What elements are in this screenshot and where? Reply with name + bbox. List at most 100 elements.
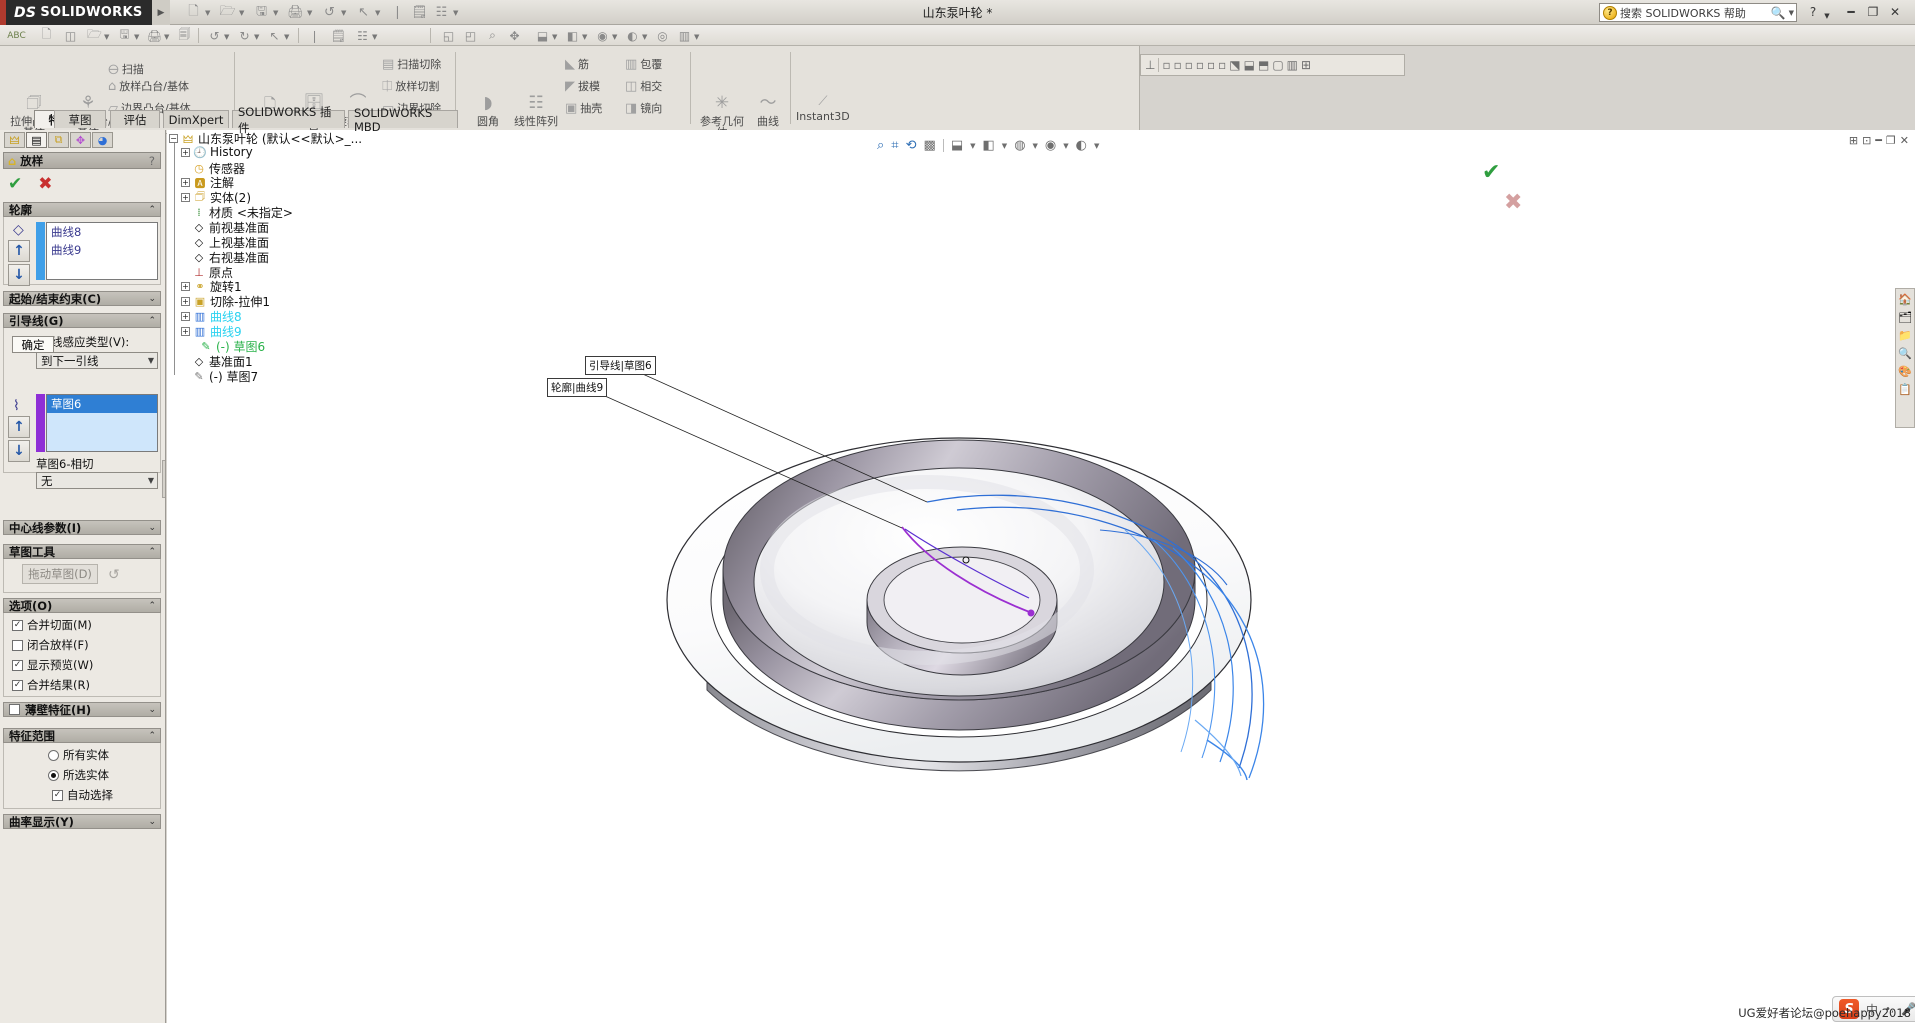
option-close-loft[interactable]: 闭合放样(F) [12,637,89,653]
help-search-caret-icon[interactable]: ▼ [1789,9,1796,17]
pm-section-guide-curves[interactable]: 引导线(G) ⌃ [3,313,161,328]
chevron-down-icon[interactable]: ⌄ [148,817,156,827]
pm-section-options[interactable]: 选项(O) ⌃ [3,598,161,613]
top-view-icon[interactable]: ▫ [1207,58,1215,72]
option-merge-result[interactable]: ✓ 合并结果(R) [12,677,90,693]
ribbon-curves[interactable]: 〜 曲线 [742,92,794,127]
select-caret-icon[interactable]: ▼ [375,10,382,17]
save-file-caret-icon[interactable]: ▼ [134,33,139,41]
hide-show-items-icon[interactable]: ◰ [462,27,479,44]
new-document-caret-icon[interactable]: ▼ [205,10,212,17]
profiles-listbox[interactable]: 曲线8 曲线9 [46,222,158,280]
chevron-down-icon[interactable]: ▼ [148,356,154,365]
dimxpert-manager-tab[interactable]: ✥ [70,132,91,148]
ribbon-linear-pattern[interactable]: ☷ 线性阵列 [510,92,562,127]
window-layout-cmd-icon[interactable]: ▥ [676,27,693,44]
zoom-cmd-icon[interactable]: ⌕ [484,27,501,44]
display-manager-tab[interactable]: ◕ [92,132,113,148]
cancel-x-icon[interactable]: ✖ [38,174,52,194]
view-settings-cmd-icon[interactable]: ◎ [654,27,671,44]
scope-auto-select-checkbox[interactable]: ✓ 自动选择 [52,787,113,803]
isometric-view-icon[interactable]: ⬔ [1229,58,1240,72]
print-preview-icon[interactable]: 🗐 [176,27,193,44]
tree-node-sketch7[interactable]: ✎ (-) 草图7 [192,368,258,385]
tree-root-collapse-icon[interactable]: − [169,134,178,143]
undo-icon[interactable]: ↺ [321,4,338,21]
configuration-manager-tab[interactable]: ⧉ [48,132,69,148]
ribbon-wrap[interactable]: ▥ 包覆 [625,56,662,72]
checkbox-icon[interactable]: ✓ [12,659,23,671]
checkbox-icon[interactable]: ✓ [52,789,63,801]
four-view-icon[interactable]: ⊞ [1301,58,1311,72]
filter-icon[interactable]: ABC [7,27,25,44]
undo-sketch-icon[interactable]: ↺ [108,567,120,583]
ribbon-rib[interactable]: ◣ 筋 [565,56,589,72]
checkbox-icon[interactable] [12,639,23,651]
bottom-view-icon[interactable]: ▫ [1218,58,1226,72]
ribbon-instant3d[interactable]: ⟋ Instant3D [796,94,850,123]
ribbon-intersect[interactable]: ◫ 相交 [625,78,662,94]
minimize-button[interactable]: ━ [1843,5,1859,19]
chevron-up-icon[interactable]: ⌃ [148,731,156,741]
feature-manager-tab[interactable]: 🜲 [4,132,25,148]
checkbox-icon[interactable]: ✓ [12,619,23,631]
tab-dimxpert[interactable]: DimXpert [163,110,229,128]
pan-cmd-icon[interactable]: ✥ [506,27,523,44]
expand-icon[interactable]: + [181,178,190,187]
guide-move-up-button[interactable]: ↑ [8,416,30,438]
options-cmd-icon[interactable]: ☷ [354,27,371,44]
chevron-up-icon[interactable]: ⌃ [148,316,156,326]
property-manager-tab[interactable]: ▤ [26,132,47,148]
ribbon-loft-boss[interactable]: ⌂ 放样凸台/基体 [108,78,189,94]
new-part-icon[interactable]: 🗋 [38,27,55,44]
chevron-up-icon[interactable]: ⌃ [148,601,156,611]
property-manager-panel[interactable]: 🜲 ▤ ⧉ ✥ ◕ ⌂ 放样 ? ✔ ✖ 轮廓 ⌃ ◇ ↑ ↓ 曲线8 曲线9 … [0,130,166,1023]
chevron-down-icon[interactable]: ⌄ [148,294,156,304]
single-view-icon[interactable]: ▢ [1272,58,1283,72]
pm-section-curvature-display[interactable]: 曲率显示(Y) ⌄ [3,814,161,829]
tab-evaluate[interactable]: 评估 [110,110,160,128]
select-icon[interactable]: ↖ [355,4,372,21]
pm-section-thin-feature[interactable]: 薄壁特征(H) ⌄ [3,702,161,717]
back-view-icon[interactable]: ▫ [1174,58,1182,72]
tab-sw-mbd[interactable]: SOLIDWORKS MBD [348,106,458,134]
view-sketch-relations-icon[interactable]: ◱ [440,27,457,44]
sketch-new-icon[interactable]: ◫ [62,27,79,44]
profile-move-up-button[interactable]: ↑ [8,240,30,262]
select-cmd-caret-icon[interactable]: ▼ [284,33,289,41]
scope-all-bodies-radio[interactable]: 所有实体 [48,747,109,763]
left-view-icon[interactable]: ▫ [1185,58,1193,72]
front-view-icon[interactable]: ▫ [1162,58,1170,72]
print-file-icon[interactable]: 🖨 [146,27,163,44]
rebuild-icon[interactable]: ❘ [389,4,406,21]
new-document-icon[interactable]: 🗋 [185,4,202,21]
apply-scene-caret-icon[interactable]: ▼ [642,33,647,41]
ribbon-loft-cut[interactable]: ⎅ 放样切割 [382,78,439,94]
undo-cmd-caret-icon[interactable]: ▼ [224,33,229,41]
expand-icon[interactable]: + [181,312,190,321]
menu-expand-arrow[interactable]: ▶ [152,0,170,25]
chevron-down-icon[interactable]: ⌄ [148,523,156,533]
help-question-icon[interactable]: ? [149,154,155,168]
select-cmd-icon[interactable]: ↖ [266,27,283,44]
help-search-box[interactable]: ? 搜索 SOLIDWORKS 帮助 🔍 ▼ [1599,3,1797,22]
undo-caret-icon[interactable]: ▼ [341,10,348,17]
chevron-up-icon[interactable]: ⌃ [148,205,156,215]
edit-appearance-caret-icon[interactable]: ▼ [612,33,617,41]
expand-icon[interactable]: + [181,327,190,336]
two-view-icon[interactable]: ▥ [1287,58,1298,72]
drag-sketch-button[interactable]: 拖动草图(D) [22,564,98,584]
options-icon[interactable]: ☷ [433,4,450,21]
options-cmd-caret-icon[interactable]: ▼ [372,33,377,41]
redo-cmd-icon[interactable]: ↻ [236,27,253,44]
radio-icon[interactable] [48,769,59,781]
guide-curve-type-select[interactable]: 到下一引线 ▼ [36,352,158,369]
rebuild-cmd-icon[interactable]: ❘ [306,27,323,44]
scope-selected-bodies-radio[interactable]: 所选实体 [48,767,109,783]
apply-scene-cmd-icon[interactable]: ◐ [624,27,641,44]
open-file-icon[interactable]: 🗁 [86,27,103,44]
print-icon[interactable]: 🖨 [287,4,304,21]
accept-checkmark-icon[interactable]: ✔ [8,174,22,194]
ribbon-draft[interactable]: ◤ 拔模 [565,78,600,94]
magnifier-icon[interactable]: 🔍 [1771,6,1786,20]
